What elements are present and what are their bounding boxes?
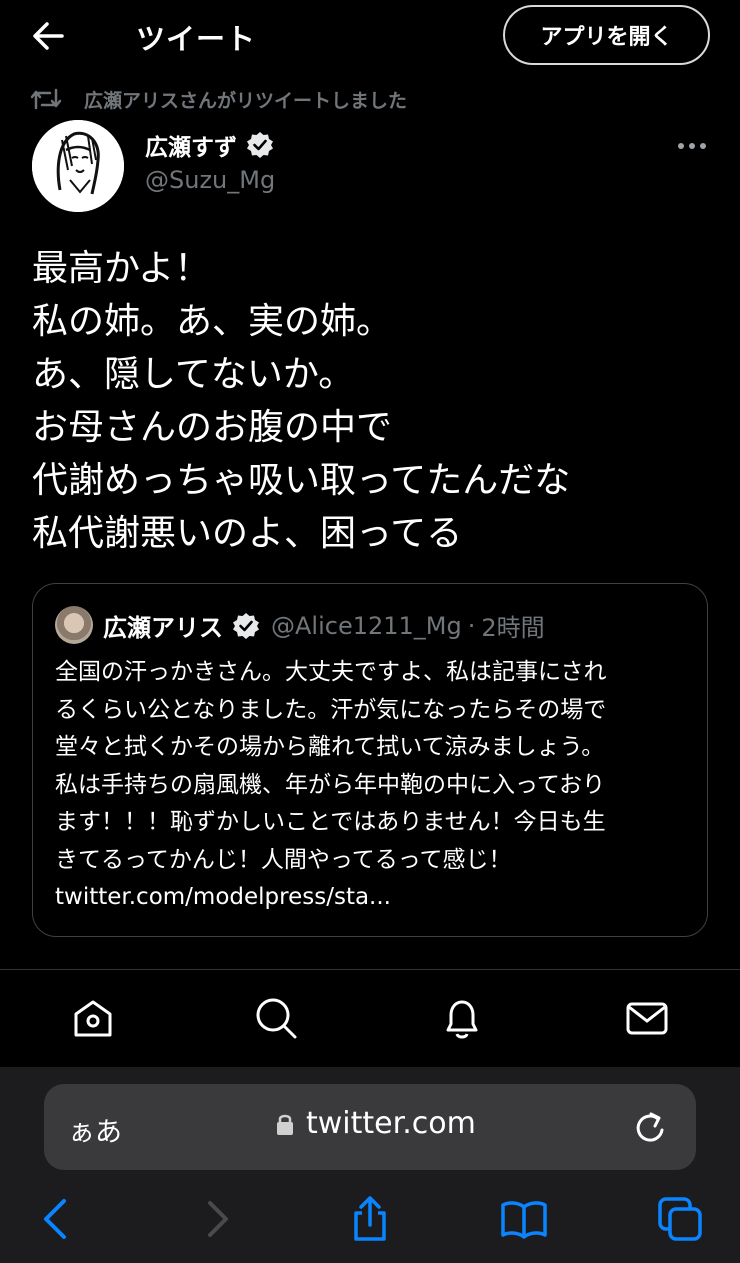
reader-aa-button[interactable]: ぁあ [68, 1110, 122, 1149]
bell-icon[interactable] [438, 994, 486, 1042]
quoted-link[interactable]: twitter.com/modelpress/sta... [55, 879, 695, 917]
retweet-text: 広瀬アリスさんがリツイートしました [84, 89, 408, 112]
tweet-line: 代謝めっちゃ吸い取ってたんだな [32, 460, 571, 501]
address-bar[interactable]: ぁあ twitter.com [44, 1084, 696, 1170]
lock-icon [277, 1114, 293, 1135]
quoted-author-name: 広瀬アリス [103, 614, 223, 642]
home-icon[interactable] [69, 994, 117, 1042]
author-handle[interactable]: @Suzu_Mg [145, 166, 275, 194]
back-icon[interactable] [34, 1195, 82, 1243]
dot-separator: · [467, 611, 476, 640]
tweet-line: 私の姉。あ、実の姉。 [32, 301, 393, 342]
bookmarks-icon[interactable] [500, 1195, 548, 1243]
verified-badge-icon [247, 132, 273, 158]
tweet-line: あ、隠してないか。 [32, 354, 355, 395]
tweet-text: 最高かよ！ 私の姉。あ、実の姉。 あ、隠してないか。 お母さんのお腹の中で 代謝… [32, 242, 712, 560]
quoted-timestamp: 2時間 [481, 614, 545, 642]
top-header: ツイート アプリを開く [0, 0, 740, 72]
safari-toolbar: ぁあ twitter.com [0, 1067, 740, 1263]
tweet-line: 最高かよ！ [32, 248, 211, 289]
avatar-drawing-icon [32, 120, 124, 212]
tweet-line: 私代謝悪いのよ、困ってる [32, 513, 463, 554]
quoted-line: 全国の汗っかきさん。大丈夫ですよ、私は記事にされ [55, 659, 607, 685]
retweet-icon [30, 88, 62, 110]
search-icon[interactable] [252, 994, 300, 1042]
bottom-tab-bar [0, 969, 740, 1067]
author-avatar[interactable] [32, 120, 124, 212]
url-text: twitter.com [306, 1106, 476, 1141]
share-icon[interactable] [346, 1195, 394, 1243]
open-app-button[interactable]: アプリを開く [503, 5, 710, 65]
author-name-text: 広瀬すず [145, 135, 237, 161]
mail-icon[interactable] [623, 994, 671, 1042]
quoted-line: 堂々と拭くかその場から離れて拭いて涼みましょう。 [55, 734, 605, 760]
verified-badge-icon [233, 612, 259, 639]
quoted-line: るくらい公となりました。汗が気になったらその場で [55, 696, 607, 723]
quoted-line: ます！！！恥ずかしいことではありません！今日も生 [55, 809, 606, 835]
tabs-icon[interactable] [656, 1195, 704, 1243]
reload-icon[interactable] [634, 1108, 670, 1146]
quoted-author-handle: @Alice1211_Mg [271, 611, 462, 640]
quoted-tweet-text: 全国の汗っかきさん。大丈夫ですよ、私は記事にされ るくらい公となりました。汗が気… [55, 654, 695, 917]
quoted-line: 私は手持ちの扇風機、年がら年中鞄の中に入っており [55, 771, 606, 798]
page-title: ツイート [136, 22, 257, 56]
quoted-tweet-card[interactable]: 広瀬アリス @Alice1211_Mg · 2時間 全国の汗っかきさん。大丈夫で… [32, 583, 708, 937]
tweet-line: お母さんのお腹の中で [32, 407, 393, 448]
author-name[interactable]: 広瀬すず [145, 128, 275, 162]
retweet-notice: 広瀬アリスさんがリツイートしました [30, 84, 407, 114]
forward-icon[interactable] [192, 1195, 240, 1243]
back-arrow-icon[interactable] [28, 18, 68, 54]
quoted-line: きてるってかんじ！人間やってるって感じ！ [55, 846, 512, 873]
url-display[interactable]: twitter.com [276, 1106, 476, 1141]
quoted-author-avatar [55, 606, 93, 644]
more-options-icon[interactable] [676, 136, 708, 156]
quoted-tweet-header: 広瀬アリス @Alice1211_Mg · 2時間 [103, 608, 545, 643]
